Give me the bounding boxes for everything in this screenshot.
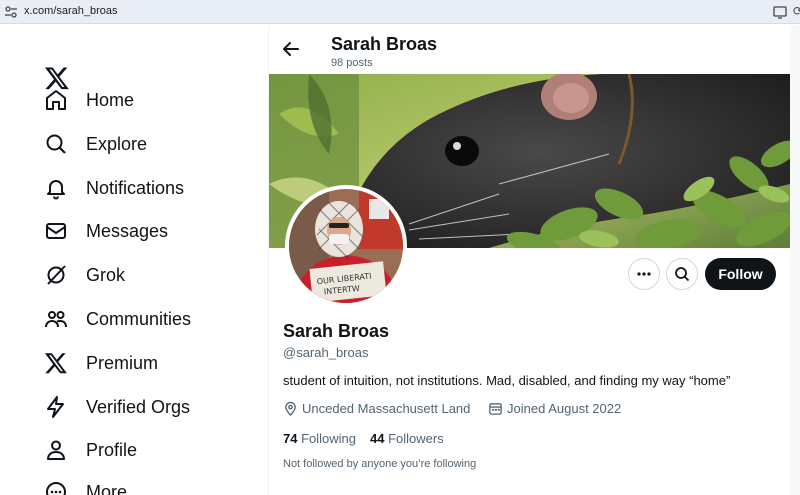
followers-link[interactable]: 44 Followers: [370, 431, 444, 446]
nav-label: Premium: [86, 352, 159, 373]
nav-premium[interactable]: Premium: [44, 348, 254, 378]
followers-label: Followers: [388, 431, 444, 446]
more-dots-icon: [637, 272, 651, 276]
nav-explore[interactable]: Explore: [44, 129, 254, 159]
nav-more[interactable]: More: [44, 477, 254, 495]
browser-edge-icon: ⟳: [793, 4, 800, 18]
nav-label: Grok: [86, 264, 126, 285]
not-followed-note: Not followed by anyone you’re following: [283, 458, 477, 470]
nav-label: Messages: [86, 220, 169, 241]
joined-text: Joined August 2022: [507, 401, 622, 416]
profile-name: Sarah Broas: [283, 321, 390, 341]
nav-label: Profile: [86, 439, 138, 460]
envelope-icon: [46, 223, 66, 239]
home-icon: [46, 90, 66, 110]
location-text: Unceded Massachusett Land: [302, 401, 471, 416]
header-name: Sarah Broas: [331, 34, 438, 54]
profile-handle: @sarah_broas: [283, 345, 369, 360]
profile-avatar[interactable]: OUR LIBERATI INTERTW: [285, 185, 407, 307]
more-circle-icon: [46, 482, 66, 495]
person-icon: [47, 440, 65, 460]
nav-grok[interactable]: Grok: [44, 260, 254, 290]
nav-communities[interactable]: Communities: [44, 304, 254, 334]
nav-label: Communities: [86, 308, 192, 329]
back-arrow-icon[interactable]: [281, 39, 301, 59]
lightning-icon: [47, 396, 64, 418]
search-icon: [46, 134, 66, 154]
location-pin-icon: [285, 401, 296, 416]
search-icon: [675, 267, 690, 282]
grok-icon: [47, 265, 66, 285]
url-text[interactable]: x.com/sarah_broas: [24, 5, 118, 17]
follow-button[interactable]: Follow: [705, 258, 776, 290]
left-sidebar: Home Explore Notifications Messages Grok…: [0, 25, 268, 495]
following-link[interactable]: 74 Following: [283, 431, 356, 446]
nav-label: Home: [86, 89, 135, 110]
x-logo-icon: [44, 353, 67, 374]
profile-bio: student of intuition, not institutions. …: [283, 373, 731, 388]
followers-count: 44: [370, 431, 385, 446]
nav-home[interactable]: Home: [44, 85, 254, 115]
nav-label: Notifications: [86, 177, 185, 198]
nav-label: Verified Orgs: [86, 396, 191, 417]
nav-verified-orgs[interactable]: Verified Orgs: [44, 392, 254, 422]
following-label: Following: [301, 431, 357, 446]
nav-label: Explore: [86, 133, 148, 154]
cast-icon[interactable]: [773, 5, 787, 19]
search-profile-button[interactable]: [666, 258, 698, 290]
nav-label: More: [86, 481, 128, 495]
bell-icon: [47, 180, 65, 200]
browser-address-bar: x.com/sarah_broas ⟳: [0, 0, 800, 24]
more-options-button[interactable]: [628, 258, 660, 290]
people-icon: [45, 311, 67, 328]
site-settings-icon[interactable]: [4, 5, 18, 19]
following-count: 74: [283, 431, 298, 446]
calendar-icon: [489, 403, 502, 415]
page-scrollbar[interactable]: [790, 25, 800, 495]
profile-column: Sarah Broas 98 posts OUR LIBERATI INTERT…: [269, 25, 790, 495]
nav-notifications[interactable]: Notifications: [44, 173, 254, 203]
header-post-count: 98 posts: [331, 57, 373, 69]
profile-joined: Joined August 2022: [488, 401, 621, 416]
profile-location: Unceded Massachusett Land: [283, 401, 470, 416]
nav-messages[interactable]: Messages: [44, 216, 254, 246]
nav-profile[interactable]: Profile: [44, 435, 254, 465]
